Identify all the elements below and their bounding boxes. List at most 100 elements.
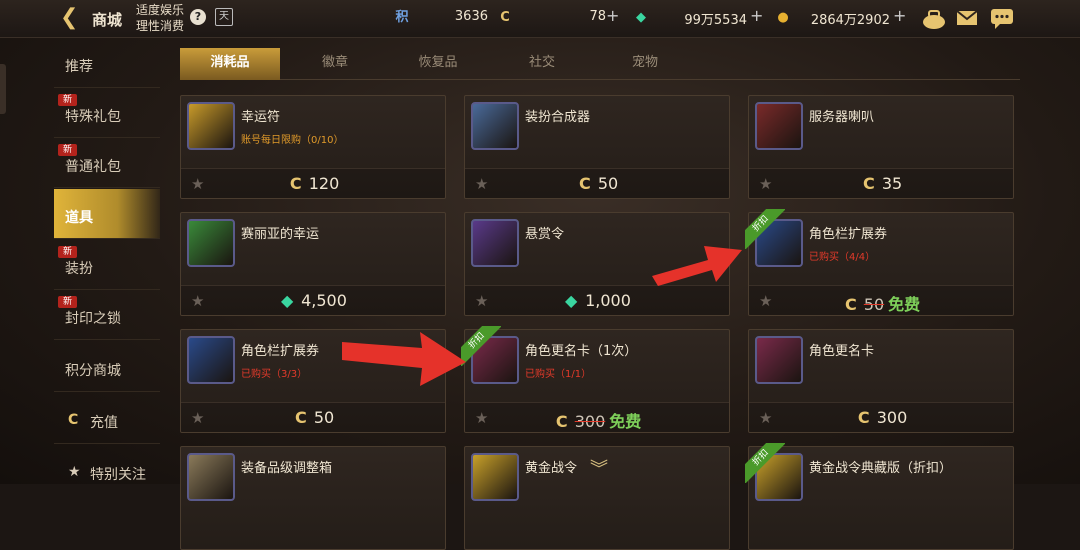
item-card[interactable]: 折扣 角色栏扩展券 已购买（4/4） ★ C 50 免费 xyxy=(745,209,1014,316)
tab-recovery[interactable]: 恢复品 xyxy=(388,48,488,80)
price: C 300 免费 xyxy=(465,408,729,432)
star-icon: ★ xyxy=(68,464,81,480)
sidebar-item-recommend[interactable]: 推荐 xyxy=(54,38,160,88)
item-thumbnail xyxy=(755,336,803,384)
price-value: 35 xyxy=(881,174,903,193)
free-label: 免费 xyxy=(609,412,642,431)
sidebar-item-points-shop[interactable]: 积分商城 xyxy=(54,342,160,392)
item-limit-note: 已购买（3/3） xyxy=(241,369,308,380)
tab-consumables[interactable]: 消耗品 xyxy=(180,48,280,80)
item-thumbnail xyxy=(471,219,519,267)
coin-icon: C xyxy=(857,408,870,427)
item-card[interactable]: 折扣 角色更名卡（1次） 已购买（1/1） ★ C 300 免费 xyxy=(461,326,730,433)
item-thumbnail xyxy=(187,219,235,267)
new-badge: 新 xyxy=(58,144,78,156)
price-bar: ★ C 300 免费 xyxy=(465,402,729,432)
item-card[interactable]: 角色更名卡 ★ C 300 xyxy=(748,329,1014,433)
sidebar-item-items[interactable]: 道具 xyxy=(54,189,160,239)
price: ◆ 4,500 xyxy=(181,291,445,310)
item-limit-note: 已购买（1/1） xyxy=(525,369,592,380)
back-arrow-icon[interactable]: ❮ xyxy=(60,6,84,30)
tab-social[interactable]: 社交 xyxy=(492,48,592,80)
points-value: 3636 xyxy=(454,9,488,24)
sidebar-item-label: 特别关注 xyxy=(90,467,146,483)
sidebar-item-label: 装扮 xyxy=(65,261,93,277)
original-price: 50 xyxy=(863,295,885,314)
price-bar: ★ C 120 xyxy=(181,168,445,198)
free-label: 免费 xyxy=(888,295,921,314)
sidebar-item-label: 普通礼包 xyxy=(65,159,121,175)
item-limit-note: 已购买（4/4） xyxy=(809,252,876,263)
coin-icon: C xyxy=(844,295,857,314)
item-limit-note: 账号每日限购（0/10） xyxy=(241,135,344,146)
item-name: 悬赏令 xyxy=(525,227,565,242)
price-value: 300 xyxy=(876,408,908,427)
mail-icon[interactable] xyxy=(956,9,978,27)
price-bar: ★ C 35 xyxy=(749,168,1013,198)
category-sidebar: 推荐 新 特殊礼包 新 普通礼包 道具 新 装扮 新 封印之锁 积分商城 C 充… xyxy=(0,38,160,484)
item-thumbnail xyxy=(471,102,519,150)
coin-icon: C xyxy=(500,10,510,25)
item-card[interactable]: 赛丽亚的幸运 ★ ◆ 4,500 xyxy=(180,212,446,316)
item-name: 赛丽亚的幸运 xyxy=(241,227,320,242)
red-arrow-annotation xyxy=(652,246,742,286)
sidebar-item-label: 道具 xyxy=(65,210,93,226)
coin-value: 78 xyxy=(589,9,606,24)
calendar-icon[interactable]: 天 xyxy=(215,8,233,26)
discount-ribbon: 折扣 xyxy=(745,443,785,483)
tab-badges[interactable]: 徽章 xyxy=(285,48,385,80)
discount-ribbon: 折扣 xyxy=(745,209,785,249)
price: C 300 xyxy=(749,408,1013,427)
sidebar-item-label: 封印之锁 xyxy=(65,311,121,327)
scroll-down-icon[interactable]: ︾ xyxy=(590,455,608,481)
item-name: 服务器喇叭 xyxy=(809,110,875,125)
item-name: 角色更名卡（1次） xyxy=(525,344,638,359)
item-name: 装备品级调整箱 xyxy=(241,461,333,476)
coin-icon: C xyxy=(68,412,79,428)
sidebar-item-recharge[interactable]: C 充值 xyxy=(54,394,160,444)
sidebar-item-label: 积分商城 xyxy=(65,363,121,379)
sidebar-item-outfit[interactable]: 新 装扮 xyxy=(54,240,160,290)
item-card[interactable]: 幸运符 账号每日限购（0/10） ★ C 120 xyxy=(180,95,446,199)
sidebar-item-special-pack[interactable]: 新 特殊礼包 xyxy=(54,88,160,138)
price-bar: ★ C 50 xyxy=(181,402,445,432)
add-coin-button[interactable]: + xyxy=(606,6,619,25)
item-thumbnail xyxy=(187,336,235,384)
points-icon: 积 xyxy=(395,10,409,25)
sidebar-item-normal-pack[interactable]: 新 普通礼包 xyxy=(54,138,160,188)
item-card[interactable]: 装扮合成器 ★ C 50 xyxy=(464,95,730,199)
item-card[interactable]: 服务器喇叭 ★ C 35 xyxy=(748,95,1014,199)
item-name: 黄金战令典藏版（折扣） xyxy=(809,461,953,476)
price: C 50 xyxy=(181,408,445,427)
coin-icon: C xyxy=(555,412,568,431)
add-gem-button[interactable]: + xyxy=(750,6,763,25)
price-value: 50 xyxy=(597,174,619,193)
sidebar-item-seal-lock[interactable]: 新 封印之锁 xyxy=(54,290,160,340)
gem-icon: ◆ xyxy=(564,291,578,310)
help-icon[interactable]: ? xyxy=(190,9,206,25)
page-title: 商城 xyxy=(92,11,123,29)
gem-currency: ◆ 99万5534 xyxy=(632,9,747,29)
price: C 120 xyxy=(181,174,445,193)
bag-icon[interactable] xyxy=(922,8,946,30)
category-tabs: 消耗品 徽章 恢复品 社交 宠物 xyxy=(180,48,1020,80)
top-bar: ❮ 商城 适度娱乐理性消费 ? 天 积 3636 C 78 + ◆ 99万553… xyxy=(0,0,1080,38)
moderation-notice: 适度娱乐理性消费 xyxy=(136,3,185,33)
price-bar: ★ C 300 xyxy=(749,402,1013,432)
add-gold-button[interactable]: + xyxy=(893,6,906,25)
item-name: 角色更名卡 xyxy=(809,344,875,359)
item-card[interactable]: 装备品级调整箱 xyxy=(180,446,446,550)
gold-value: 2864万2902 xyxy=(810,13,890,28)
gem-icon: ◆ xyxy=(636,10,646,25)
chat-icon[interactable] xyxy=(990,8,1014,30)
price: C 35 xyxy=(749,174,1013,193)
tab-pets[interactable]: 宠物 xyxy=(595,48,695,80)
sidebar-item-label: 推荐 xyxy=(65,59,93,75)
item-thumbnail xyxy=(187,453,235,501)
price-value: 50 xyxy=(313,408,335,427)
sidebar-item-favorites[interactable]: ★ 特别关注 xyxy=(54,446,160,496)
price: ◆ 1,000 xyxy=(465,291,729,310)
red-arrow-annotation xyxy=(342,332,466,386)
gold-icon: ● xyxy=(777,10,789,25)
item-card[interactable]: 折扣 黄金战令典藏版（折扣） xyxy=(745,443,1014,550)
